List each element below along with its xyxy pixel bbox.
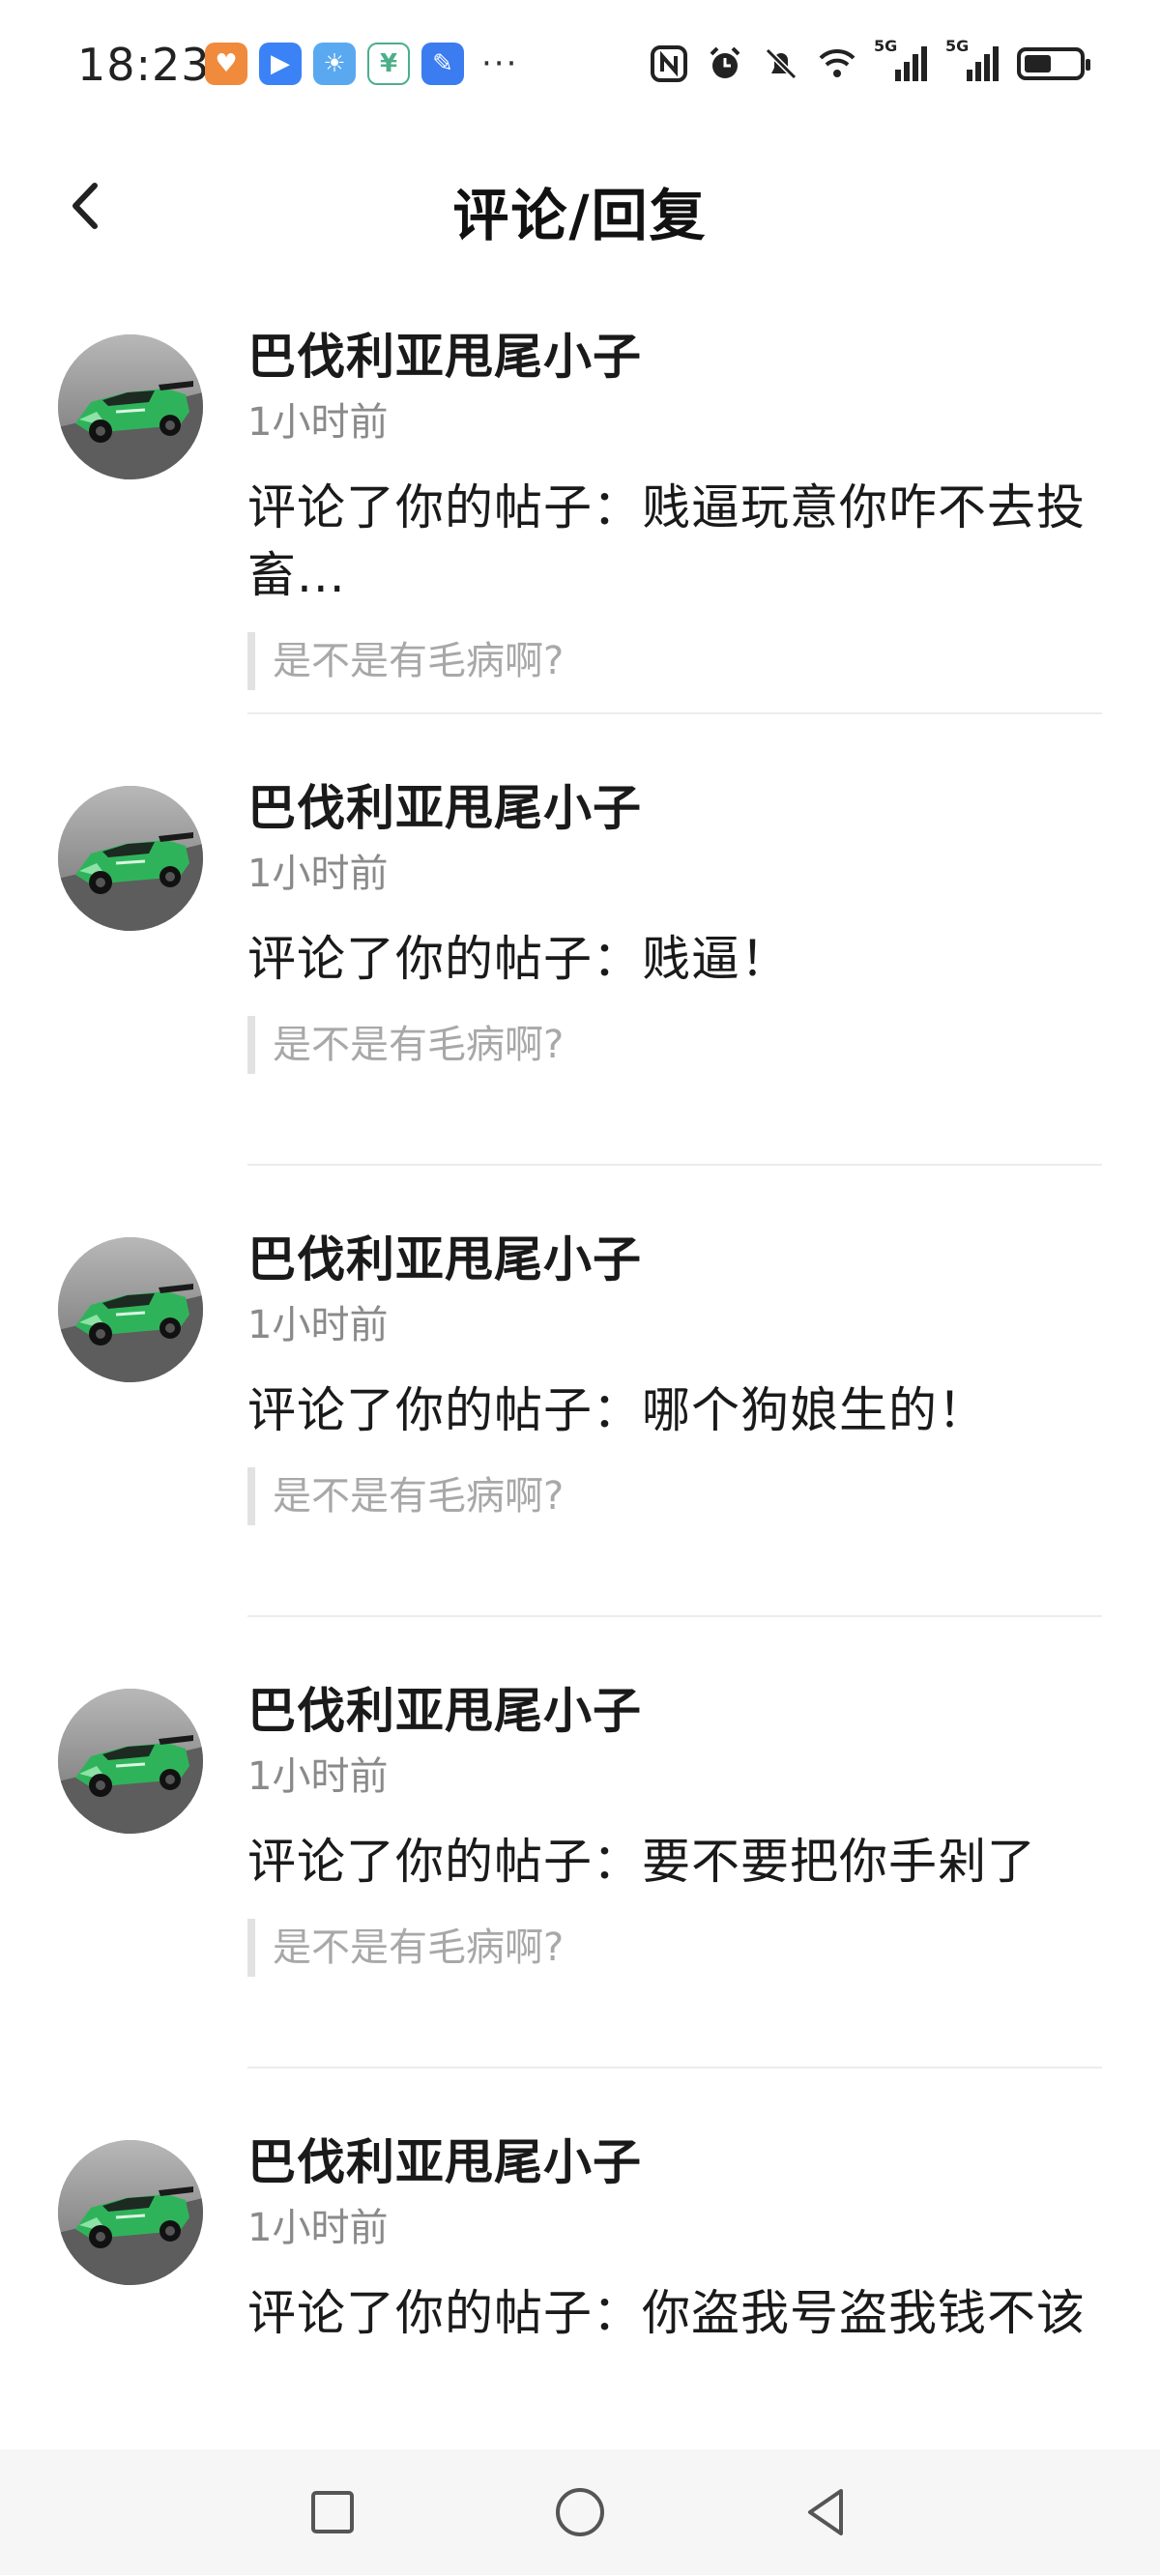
item-content: 巴伐利亚甩尾小子 1小时前 评论了你的帖子：哪个狗娘生的！ 是不是有毛病啊?: [247, 1222, 1102, 1525]
broom-app-icon: ✎: [421, 43, 464, 85]
avatar[interactable]: [58, 334, 203, 479]
avatar[interactable]: [58, 1689, 203, 1834]
item-content: 巴伐利亚甩尾小子 1小时前 评论了你的帖子：要不要把你手剁了 是不是有毛病啊?: [247, 1673, 1102, 1977]
list-item[interactable]: 巴伐利亚甩尾小子 1小时前 评论了你的帖子：贱逼玩意你咋不去投畜... 是不是有…: [0, 319, 1160, 770]
list-item[interactable]: 巴伐利亚甩尾小子 1小时前 评论了你的帖子：要不要把你手剁了 是不是有毛病啊?: [0, 1673, 1160, 2125]
system-navigation-bar: [0, 2449, 1160, 2575]
username[interactable]: 巴伐利亚甩尾小子: [247, 313, 1102, 400]
original-post-quote[interactable]: 是不是有毛病啊?: [247, 1016, 1102, 1074]
timestamp: 1小时前: [247, 852, 389, 896]
notification-app-icons: ♥ ▶ ☀ ¥ ✎ ···: [205, 43, 518, 85]
race-car-avatar-image: [58, 786, 203, 931]
system-icons: 5G 5G: [650, 37, 1090, 83]
item-content: 巴伐利亚甩尾小子 1小时前 评论了你的帖子：贱逼！ 是不是有毛病啊?: [247, 770, 1102, 1074]
original-post-quote[interactable]: 是不是有毛病啊?: [247, 1467, 1102, 1525]
race-car-avatar-image: [58, 1237, 203, 1382]
timestamp: 1小时前: [247, 1303, 389, 1347]
username[interactable]: 巴伐利亚甩尾小子: [247, 1667, 1102, 1754]
avatar[interactable]: [58, 1237, 203, 1382]
signal-1-icon: 5G: [874, 37, 928, 83]
shopping-app-icon: ♥: [205, 43, 247, 85]
comment-text[interactable]: 评论了你的帖子：哪个狗娘生的！: [247, 1376, 1102, 1444]
username[interactable]: 巴伐利亚甩尾小子: [247, 765, 1102, 852]
recent-apps-square-icon[interactable]: [302, 2481, 363, 2543]
back-triangle-icon[interactable]: [797, 2481, 858, 2543]
username[interactable]: 巴伐利亚甩尾小子: [247, 2119, 1102, 2206]
timestamp: 1小时前: [247, 2206, 389, 2250]
item-content: 巴伐利亚甩尾小子 1小时前 评论了你的帖子：你盗我号盗我钱不该: [247, 2125, 1102, 2347]
list-item[interactable]: 巴伐利亚甩尾小子 1小时前 评论了你的帖子：贱逼！ 是不是有毛病啊?: [0, 770, 1160, 1222]
battery-tip: [1086, 59, 1090, 71]
nfc-icon: [651, 45, 687, 82]
signal-2-icon: 5G: [945, 37, 1000, 83]
avatar[interactable]: [58, 786, 203, 931]
divider: [247, 1615, 1102, 1617]
comment-text[interactable]: 评论了你的帖子：贱逼！: [247, 925, 1102, 993]
wifi-icon: [819, 48, 856, 77]
list-item[interactable]: 巴伐利亚甩尾小子 1小时前 评论了你的帖子：哪个狗娘生的！ 是不是有毛病啊?: [0, 1222, 1160, 1673]
item-content: 巴伐利亚甩尾小子 1小时前 评论了你的帖子：贱逼玩意你咋不去投畜... 是不是有…: [247, 319, 1102, 690]
signal-2-label: 5G: [945, 37, 970, 55]
finance-app-icon: ¥: [367, 43, 410, 85]
status-bar: 18:23 ♥ ▶ ☀ ¥ ✎ ··· 5G 5G: [0, 0, 1160, 145]
race-car-avatar-image: [58, 1689, 203, 1834]
header: 评论/回复: [0, 145, 1160, 271]
original-post-quote[interactable]: 是不是有毛病啊?: [247, 1919, 1102, 1977]
status-time: 18:23: [77, 39, 211, 91]
page-title: 评论/回复: [452, 183, 708, 248]
play-app-icon: ▶: [259, 43, 302, 85]
more-notifications-icon: ···: [481, 44, 519, 83]
race-car-avatar-image: [58, 334, 203, 479]
timestamp: 1小时前: [247, 1754, 389, 1799]
comment-text[interactable]: 评论了你的帖子：要不要把你手剁了: [247, 1828, 1102, 1896]
divider: [247, 712, 1102, 714]
username[interactable]: 巴伐利亚甩尾小子: [247, 1216, 1102, 1303]
timestamp: 1小时前: [247, 400, 389, 445]
avatar[interactable]: [58, 2140, 203, 2285]
original-post-quote[interactable]: 是不是有毛病啊?: [247, 632, 1102, 690]
weather-app-icon: ☀: [313, 43, 356, 85]
divider: [247, 2067, 1102, 2069]
alarm-icon: [710, 46, 740, 78]
comment-text[interactable]: 评论了你的帖子：你盗我号盗我钱不该: [247, 2279, 1102, 2347]
comment-text[interactable]: 评论了你的帖子：贱逼玩意你咋不去投畜...: [247, 474, 1102, 609]
comment-list: 巴伐利亚甩尾小子 1小时前 评论了你的帖子：贱逼玩意你咋不去投畜... 是不是有…: [0, 319, 1160, 2576]
divider: [247, 1164, 1102, 1166]
mute-bell-icon: [765, 47, 798, 80]
signal-1-label: 5G: [874, 37, 898, 55]
race-car-avatar-image: [58, 2140, 203, 2285]
battery-fill: [1025, 55, 1051, 72]
battery-icon: [1017, 47, 1090, 80]
home-circle-icon[interactable]: [549, 2481, 611, 2543]
